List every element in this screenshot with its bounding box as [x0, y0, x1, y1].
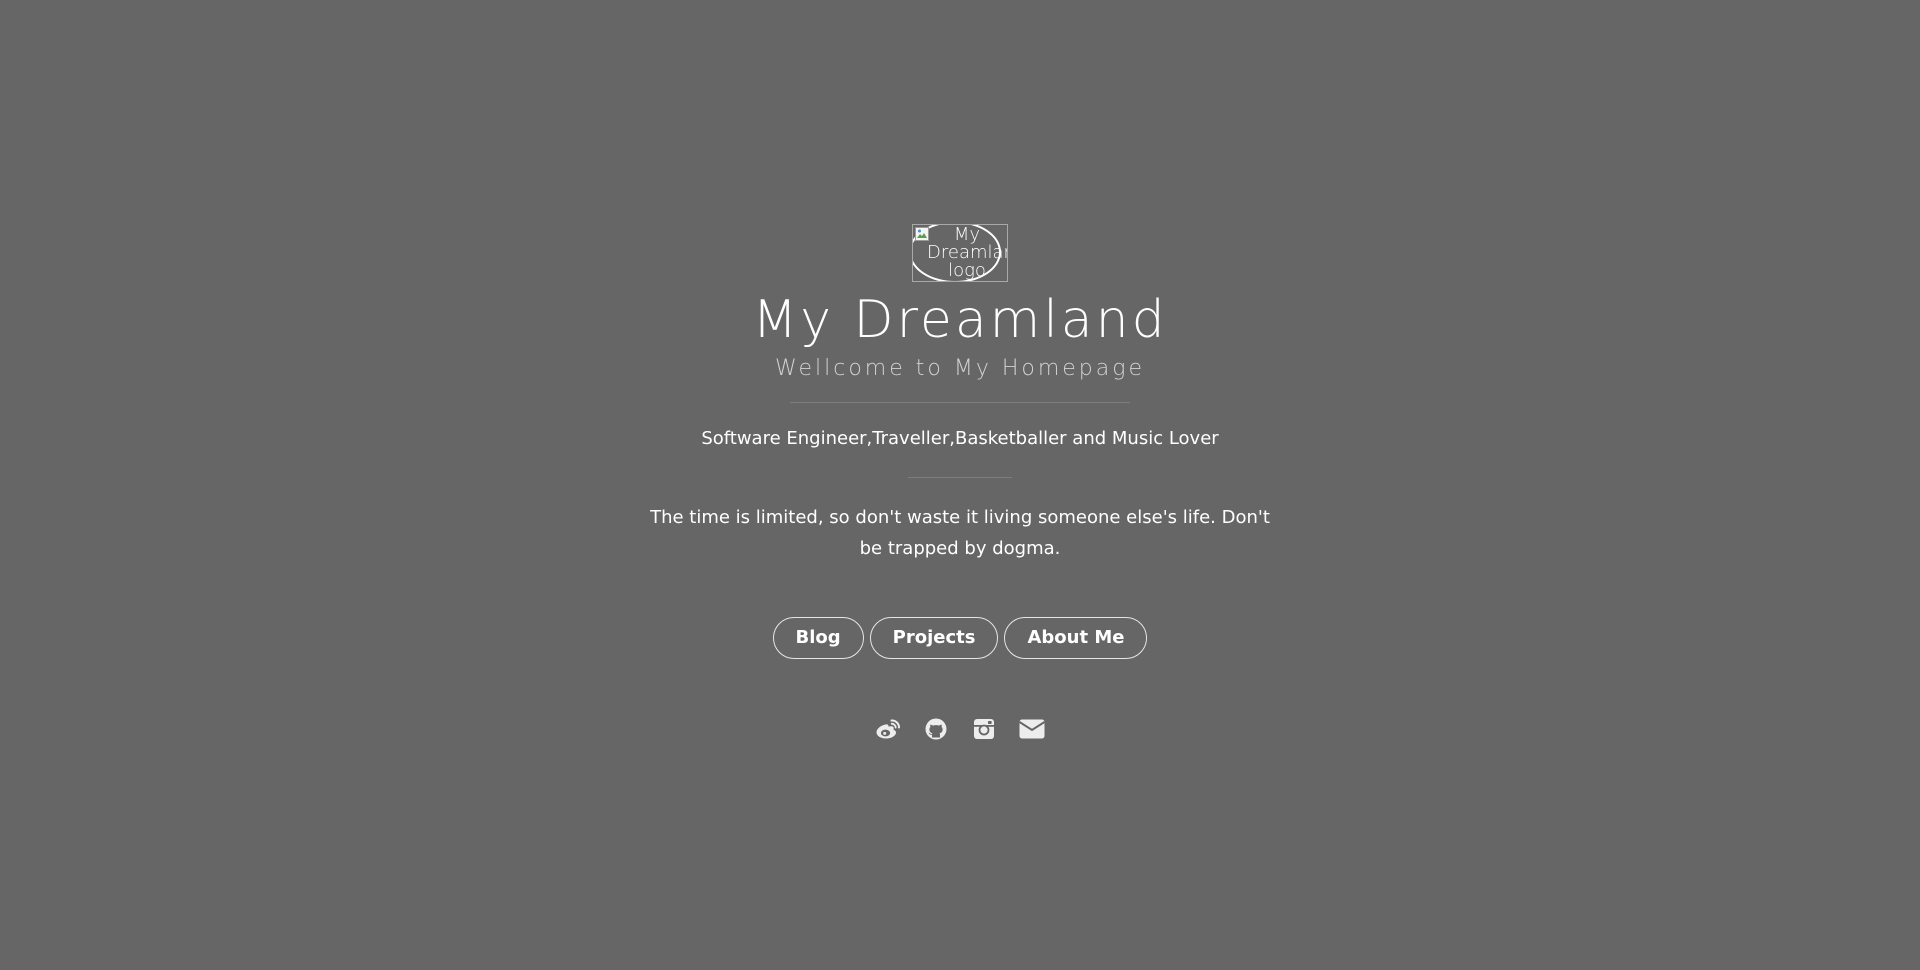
- github-icon[interactable]: [923, 716, 949, 742]
- divider: [908, 477, 1012, 478]
- hero-section: My Dreamland logo My Dreamland Wellcome …: [0, 224, 1920, 742]
- weibo-icon[interactable]: [875, 716, 901, 742]
- about-me-button[interactable]: About Me: [1004, 617, 1148, 659]
- site-subtitle: Wellcome to My Homepage: [775, 356, 1145, 381]
- logo-alt-text: My Dreamland logo: [927, 224, 1007, 281]
- divider: [790, 402, 1130, 403]
- homepage: My Dreamland logo My Dreamland Wellcome …: [0, 0, 1920, 970]
- site-title: My Dreamland: [752, 290, 1168, 350]
- nav-buttons: Blog Projects About Me: [0, 617, 1920, 659]
- blog-button[interactable]: Blog: [772, 617, 864, 659]
- social-links: [0, 716, 1920, 742]
- site-logo: My Dreamland logo: [912, 224, 1008, 282]
- projects-button[interactable]: Projects: [869, 617, 999, 659]
- quote-text: The time is limited, so don't waste it l…: [650, 507, 1270, 559]
- tagline: Software Engineer,Traveller,Basketballer…: [701, 428, 1219, 449]
- instagram-icon[interactable]: [971, 716, 997, 742]
- email-icon[interactable]: [1019, 716, 1045, 742]
